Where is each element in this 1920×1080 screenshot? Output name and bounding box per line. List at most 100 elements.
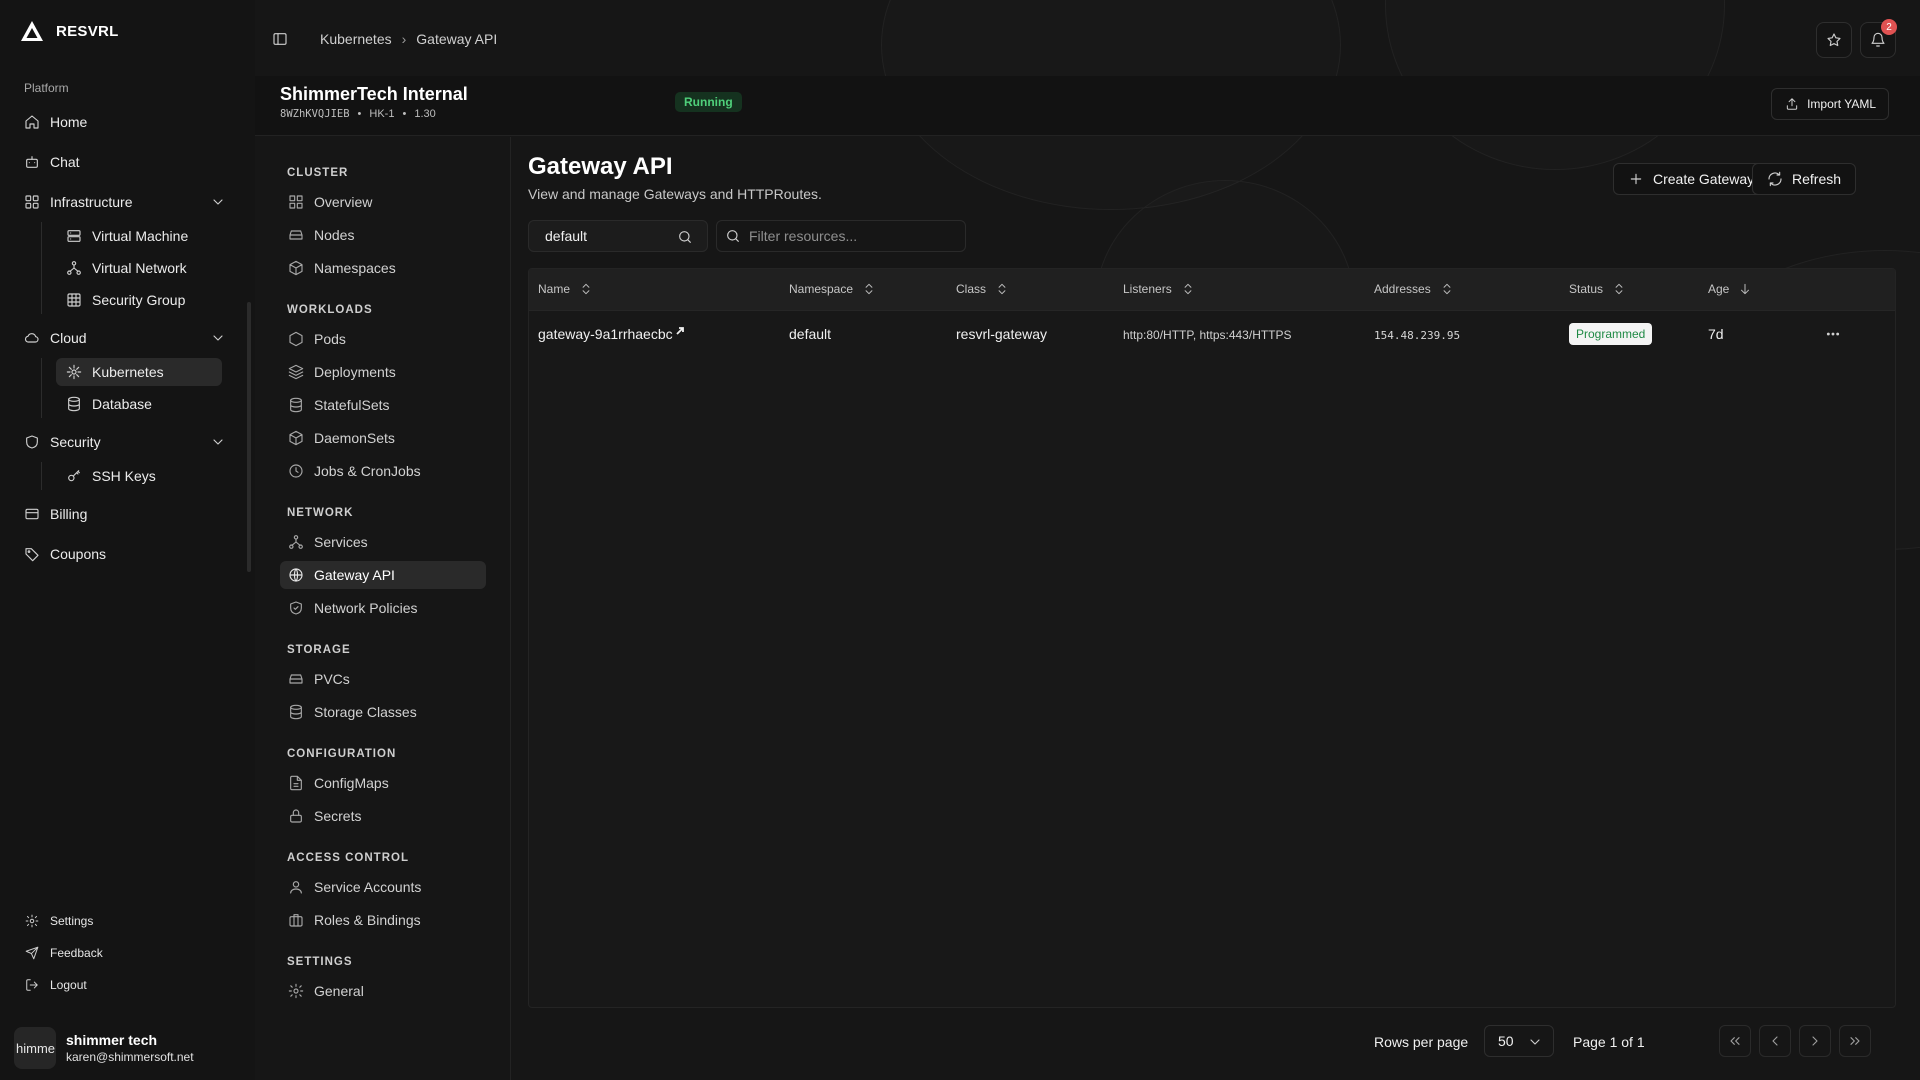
notifications-button[interactable]: 2 <box>1860 19 1897 58</box>
sidebar-item-kubernetes[interactable]: Kubernetes <box>56 358 222 386</box>
cluster-version: 1.30 <box>414 108 436 120</box>
refresh-button[interactable]: Refresh <box>1752 163 1857 195</box>
column-label: Age <box>1708 282 1730 296</box>
chevron-down-icon[interactable] <box>210 434 226 450</box>
security-submenu: SSH Keys <box>41 462 236 490</box>
nav-group-label: Platform <box>24 81 69 95</box>
sidebar-item-label: Home <box>50 114 88 130</box>
page-title: Gateway API <box>528 153 673 180</box>
main-nav: Home Chat Infrastructure Virtual Machine… <box>14 106 236 578</box>
nav-roles-bindings[interactable]: Roles & Bindings <box>280 906 486 934</box>
gateway-name-link[interactable]: gateway-9a1rrhaecbc <box>538 326 685 342</box>
notification-badge: 2 <box>1881 19 1897 35</box>
column-header-listeners[interactable]: Listeners <box>1123 282 1196 296</box>
nav-label: StatefulSets <box>314 397 390 413</box>
user-icon <box>288 879 304 895</box>
sidebar-footer: Settings Feedback Logout <box>24 911 103 1007</box>
nav-storage-classes[interactable]: Storage Classes <box>280 698 486 726</box>
sidebar-item-infrastructure[interactable]: Infrastructure <box>14 186 236 218</box>
nav-deployments[interactable]: Deployments <box>280 358 486 386</box>
shield-check-icon <box>288 600 304 616</box>
sidebar-item-database[interactable]: Database <box>56 390 222 418</box>
namespace-select[interactable]: default <box>528 220 708 252</box>
sidebar-item-security[interactable]: Security <box>14 426 236 458</box>
user-profile[interactable]: himme shimmer tech karen@shimmersoft.net <box>14 1027 194 1069</box>
drive-icon <box>288 671 304 687</box>
nav-namespaces[interactable]: Namespaces <box>280 254 486 282</box>
column-header-class[interactable]: Class <box>956 282 1010 296</box>
namespace-value: default <box>545 228 588 244</box>
logout-link[interactable]: Logout <box>24 975 103 995</box>
settings-link[interactable]: Settings <box>24 911 103 931</box>
sidebar-item-cloud[interactable]: Cloud <box>14 322 236 354</box>
column-header-addresses[interactable]: Addresses <box>1374 282 1455 296</box>
previous-page-button[interactable] <box>1759 1025 1791 1057</box>
nav-overview[interactable]: Overview <box>280 188 486 216</box>
sidebar-scrollbar[interactable] <box>247 302 251 572</box>
nav-daemonsets[interactable]: DaemonSets <box>280 424 486 452</box>
table-row[interactable]: gateway-9a1rrhaecbc default resvrl-gatew… <box>529 311 1895 357</box>
chevron-down-icon[interactable] <box>210 194 226 210</box>
section-network: NETWORK <box>287 507 354 519</box>
breadcrumb-kubernetes[interactable]: Kubernetes <box>320 31 392 47</box>
nav-statefulsets[interactable]: StatefulSets <box>280 391 486 419</box>
nav-pods[interactable]: Pods <box>280 325 486 353</box>
column-header-status[interactable]: Status <box>1569 282 1627 296</box>
status-badge: Programmed <box>1569 323 1653 345</box>
gear-icon <box>288 983 304 999</box>
sidebar-toggle-button[interactable] <box>272 31 288 50</box>
nav-label: Service Accounts <box>314 879 422 895</box>
box-icon <box>288 430 304 446</box>
sidebar-item-chat[interactable]: Chat <box>14 146 236 178</box>
sidebar-item-label: Billing <box>50 506 88 522</box>
column-header-age[interactable]: Age <box>1708 282 1753 296</box>
nav-network-policies[interactable]: Network Policies <box>280 594 486 622</box>
sidebar-item-virtual-network[interactable]: Virtual Network <box>56 254 222 282</box>
column-header-namespace[interactable]: Namespace <box>789 282 877 296</box>
user-name: shimmer tech <box>66 1032 158 1048</box>
brand[interactable]: RESVRL <box>20 20 119 42</box>
favorite-button[interactable] <box>1816 22 1852 58</box>
table-header: Name Namespace Class Listeners Addresses <box>529 269 1895 311</box>
nav-configmaps[interactable]: ConfigMaps <box>280 769 486 797</box>
rows-per-page-select[interactable]: 50 <box>1484 1025 1554 1057</box>
card-icon <box>24 506 40 522</box>
sidebar-item-ssh-keys[interactable]: SSH Keys <box>56 462 222 490</box>
logout-label: Logout <box>50 978 87 992</box>
filter-input[interactable] <box>749 228 959 244</box>
rows-per-page-label: Rows per page <box>1374 1034 1469 1050</box>
sidebar-item-home[interactable]: Home <box>14 106 236 138</box>
sidebar-item-security-group[interactable]: Security Group <box>56 286 222 314</box>
column-header-name[interactable]: Name <box>538 282 594 296</box>
chevron-down-icon[interactable] <box>210 330 226 346</box>
nav-label: Services <box>314 534 368 550</box>
chevron-down-icon <box>1527 1034 1543 1050</box>
sidebar-item-coupons[interactable]: Coupons <box>14 538 236 570</box>
nav-nodes[interactable]: Nodes <box>280 221 486 249</box>
sidebar-item-label: Cloud <box>50 330 87 346</box>
feedback-link[interactable]: Feedback <box>24 943 103 963</box>
nav-gateway-api[interactable]: Gateway API <box>280 561 486 589</box>
first-page-button[interactable] <box>1719 1025 1751 1057</box>
nav-label: Nodes <box>314 227 355 243</box>
row-actions-button[interactable] <box>1823 325 1843 343</box>
next-page-button[interactable] <box>1799 1025 1831 1057</box>
filter-field[interactable] <box>716 220 966 252</box>
sidebar-item-virtual-machine[interactable]: Virtual Machine <box>56 222 222 250</box>
nav-pvcs[interactable]: PVCs <box>280 665 486 693</box>
nav-services[interactable]: Services <box>280 528 486 556</box>
create-gateway-button[interactable]: Create Gateway <box>1613 163 1770 195</box>
upload-icon <box>1784 97 1800 111</box>
import-yaml-button[interactable]: Import YAML <box>1771 88 1889 120</box>
gear-icon <box>24 914 40 928</box>
nav-jobs-cronjobs[interactable]: Jobs & CronJobs <box>280 457 486 485</box>
nav-service-accounts[interactable]: Service Accounts <box>280 873 486 901</box>
nav-general[interactable]: General <box>280 977 486 1005</box>
sidebar-item-billing[interactable]: Billing <box>14 498 236 530</box>
last-page-button[interactable] <box>1839 1025 1871 1057</box>
nav-secrets[interactable]: Secrets <box>280 802 486 830</box>
nav-label: Gateway API <box>314 567 395 583</box>
nav-label: PVCs <box>314 671 350 687</box>
